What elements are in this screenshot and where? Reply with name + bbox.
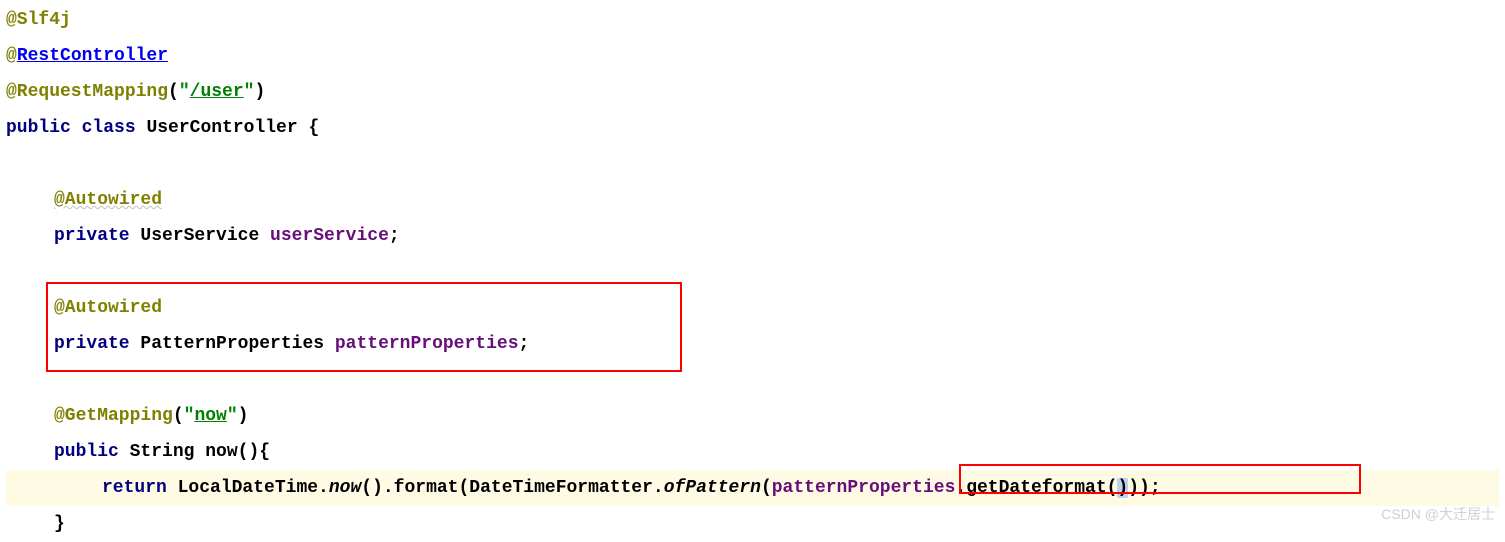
paren-close-2: ) [238, 406, 249, 426]
code-line-4[interactable]: public class UserController { [6, 110, 1499, 146]
type-patternproperties: PatternProperties [140, 334, 334, 354]
field-patternproperties: patternProperties [335, 334, 519, 354]
class-localdatetime: LocalDateTime. [178, 478, 329, 498]
code-line-5[interactable] [6, 146, 1499, 182]
paren-open: ( [168, 82, 179, 102]
code-line-13[interactable]: public String now(){ [6, 434, 1499, 470]
type-userservice: UserService [140, 226, 270, 246]
quote2: " [244, 82, 255, 102]
code-line-6[interactable]: @Autowired [6, 182, 1499, 218]
method-now-static: now [329, 478, 361, 498]
code-line-8[interactable] [6, 254, 1499, 290]
method-ofpattern: ofPattern [664, 478, 761, 498]
paren1: ( [761, 478, 772, 498]
type-string: String [130, 442, 206, 462]
path-now[interactable]: now [194, 406, 226, 426]
code-line-2[interactable]: @RestController [6, 38, 1499, 74]
quote: " [179, 82, 190, 102]
code-line-7[interactable]: private UserService userService; [6, 218, 1499, 254]
code-line-3[interactable]: @RequestMapping("/user") [6, 74, 1499, 110]
keyword-return: return [102, 478, 178, 498]
code-line-12[interactable]: @GetMapping("now") [6, 398, 1499, 434]
class-name: UserController { [146, 118, 319, 138]
keyword-private: private [54, 226, 140, 246]
close-brace: } [54, 514, 65, 534]
code-line-9[interactable]: @Autowired [6, 290, 1499, 326]
field-userservice: userService [270, 226, 389, 246]
method-now: now(){ [205, 442, 270, 462]
annotation-restcontroller[interactable]: RestController [17, 46, 168, 66]
quote-4: " [227, 406, 238, 426]
field-patternproperties-ref: patternProperties [772, 478, 956, 498]
code-line-14[interactable]: return LocalDateTime.now().format(DateTi… [6, 470, 1499, 506]
code-line-11[interactable] [6, 362, 1499, 398]
tail: )); [1128, 478, 1160, 498]
code-line-10[interactable]: private PatternProperties patternPropert… [6, 326, 1499, 362]
quote-3: " [184, 406, 195, 426]
keyword-public: public [6, 118, 82, 138]
annotation-autowired-1: @Autowired [54, 190, 162, 210]
paren-close: ) [254, 82, 265, 102]
paren-open-2: ( [173, 406, 184, 426]
mid1: ().format(DateTimeFormatter. [361, 478, 663, 498]
annotation-slf4j: @Slf4j [6, 10, 71, 30]
annotation-requestmapping: @RequestMapping [6, 82, 168, 102]
path-user[interactable]: /user [190, 82, 244, 102]
code-line-15[interactable]: } [6, 506, 1499, 542]
code-line-1[interactable]: @Slf4j [6, 2, 1499, 38]
mid2: .getDateformat( [955, 478, 1117, 498]
semi-2: ; [519, 334, 530, 354]
keyword-class: class [82, 118, 147, 138]
watermark: CSDN @大迁居士 [1381, 496, 1495, 532]
annotation-autowired-2: @Autowired [54, 298, 162, 318]
cursor-paren: ) [1117, 478, 1128, 498]
annotation-getmapping: @GetMapping [54, 406, 173, 426]
annotation-at: @ [6, 46, 17, 66]
keyword-public-2: public [54, 442, 130, 462]
semi: ; [389, 226, 400, 246]
keyword-private-2: private [54, 334, 140, 354]
